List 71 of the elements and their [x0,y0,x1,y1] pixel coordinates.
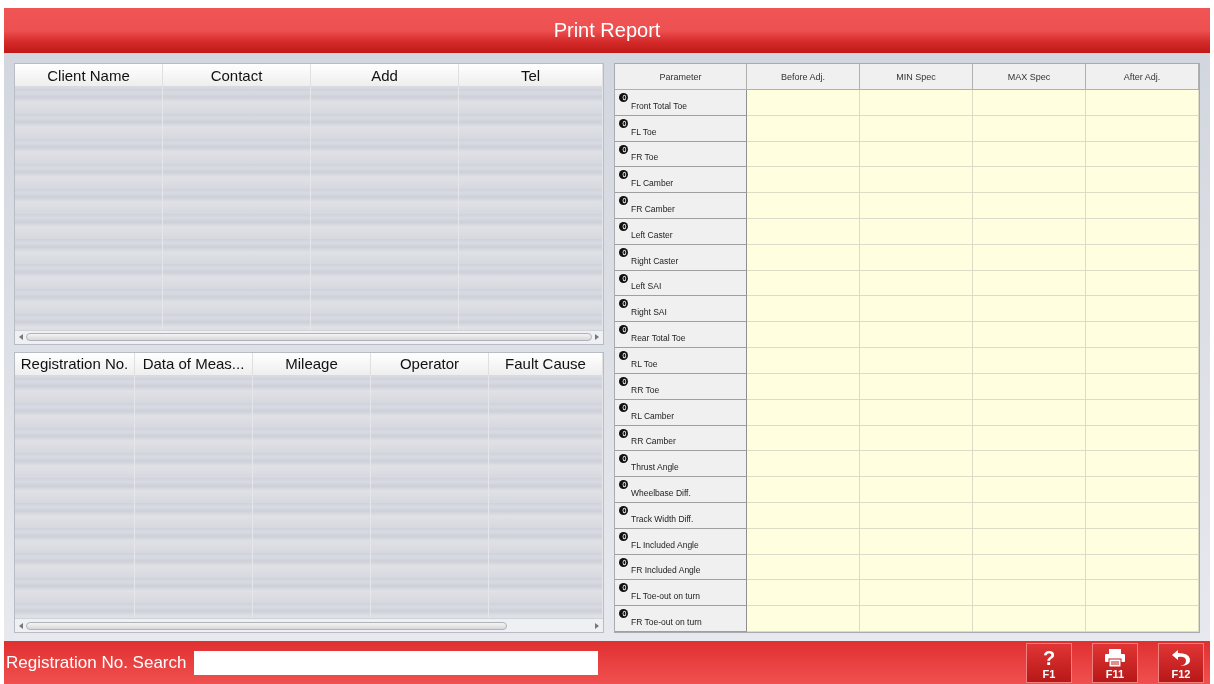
search-field[interactable] [194,650,599,675]
parameter-label: Front Total Toe [631,100,687,111]
parameter-label: Wheelbase Diff. [631,487,691,498]
column-header[interactable]: Contact [163,64,311,86]
parameter-label: Right Caster [631,255,679,266]
wheel-icon [619,299,628,309]
scroll-left-icon[interactable] [19,334,23,340]
column-header[interactable]: Tel [459,64,603,86]
parameter-label: Rear Total Toe [631,333,686,344]
parameter-label: FL Included Angle [631,539,699,550]
column-header[interactable]: Registration No. [15,352,135,375]
parameter-label: FR Camber [631,204,675,215]
wheel-icon [619,402,628,412]
print-button[interactable]: F11 [1092,642,1138,683]
wheel-icon [619,325,628,335]
parameter-label: RR Camber [631,436,676,447]
wheel-icon [619,351,628,361]
wheel-icon [619,93,628,102]
wheel-icon [619,557,628,567]
wheel-icon [619,247,628,257]
parameter-label: Left SAI [631,281,662,292]
wheel-icon [619,428,628,438]
column-header: After Adj. [1086,64,1199,90]
scroll-right-icon[interactable] [595,334,599,340]
parameter-label: Track Width Diff. [631,513,694,524]
wheel-icon [619,222,628,232]
printer-icon [1104,647,1126,668]
wheel-icon [619,196,628,206]
wheel-icon [619,454,628,464]
parameter-label: Left Caster [631,229,673,240]
parameter-label: FR Included Angle [631,565,701,576]
parameter-label: Right SAI [631,307,667,318]
scroll-left-icon[interactable] [19,622,23,629]
help-button[interactable]: ? F1 [1026,642,1072,683]
wheel-icon [619,505,628,515]
search-label: Registration No. Search [6,652,187,673]
parameter-label: FR Toe [631,152,659,163]
wheel-icon [619,273,628,283]
column-header: MIN Spec [860,64,973,90]
parameter-label: FL Toe [631,126,657,137]
column-header: MAX Spec [973,64,1086,90]
wheel-icon [619,376,628,386]
parameter-label: FR Toe-out on turn [631,617,702,627]
column-header: Before Adj. [747,64,860,90]
column-header[interactable]: Data of Meas... [135,352,253,375]
wheel-icon [619,118,628,128]
wheel-icon [619,170,628,180]
return-icon [1170,647,1192,668]
column-header[interactable]: Mileage [253,352,371,375]
column-header[interactable]: Fault Cause [489,352,603,375]
horizontal-scrollbar[interactable] [15,329,603,344]
window-title: Print Report [4,8,1210,53]
wheel-icon [619,531,628,541]
column-header[interactable]: Client Name [15,64,163,86]
horizontal-scrollbar[interactable] [15,618,603,632]
parameter-label: FL Toe-out on turn [631,591,700,602]
wheel-icon [619,480,628,490]
wheel-icon [619,609,628,619]
back-button[interactable]: F12 [1158,642,1204,683]
scroll-right-icon[interactable] [595,622,599,629]
column-header[interactable]: Add [311,64,459,86]
parameter-label: RR Toe [631,384,660,395]
parameter-label: FL Camber [631,178,674,189]
parameter-label: Thrust Angle [631,462,679,473]
wheel-icon [619,583,628,593]
column-header: Parameter [615,64,747,90]
parameter-label: RL Camber [631,410,675,421]
column-header[interactable]: Operator [371,352,489,375]
parameter-label: RL Toe [631,358,658,369]
help-glyph: ? [1042,647,1056,668]
wheel-icon [619,144,628,154]
